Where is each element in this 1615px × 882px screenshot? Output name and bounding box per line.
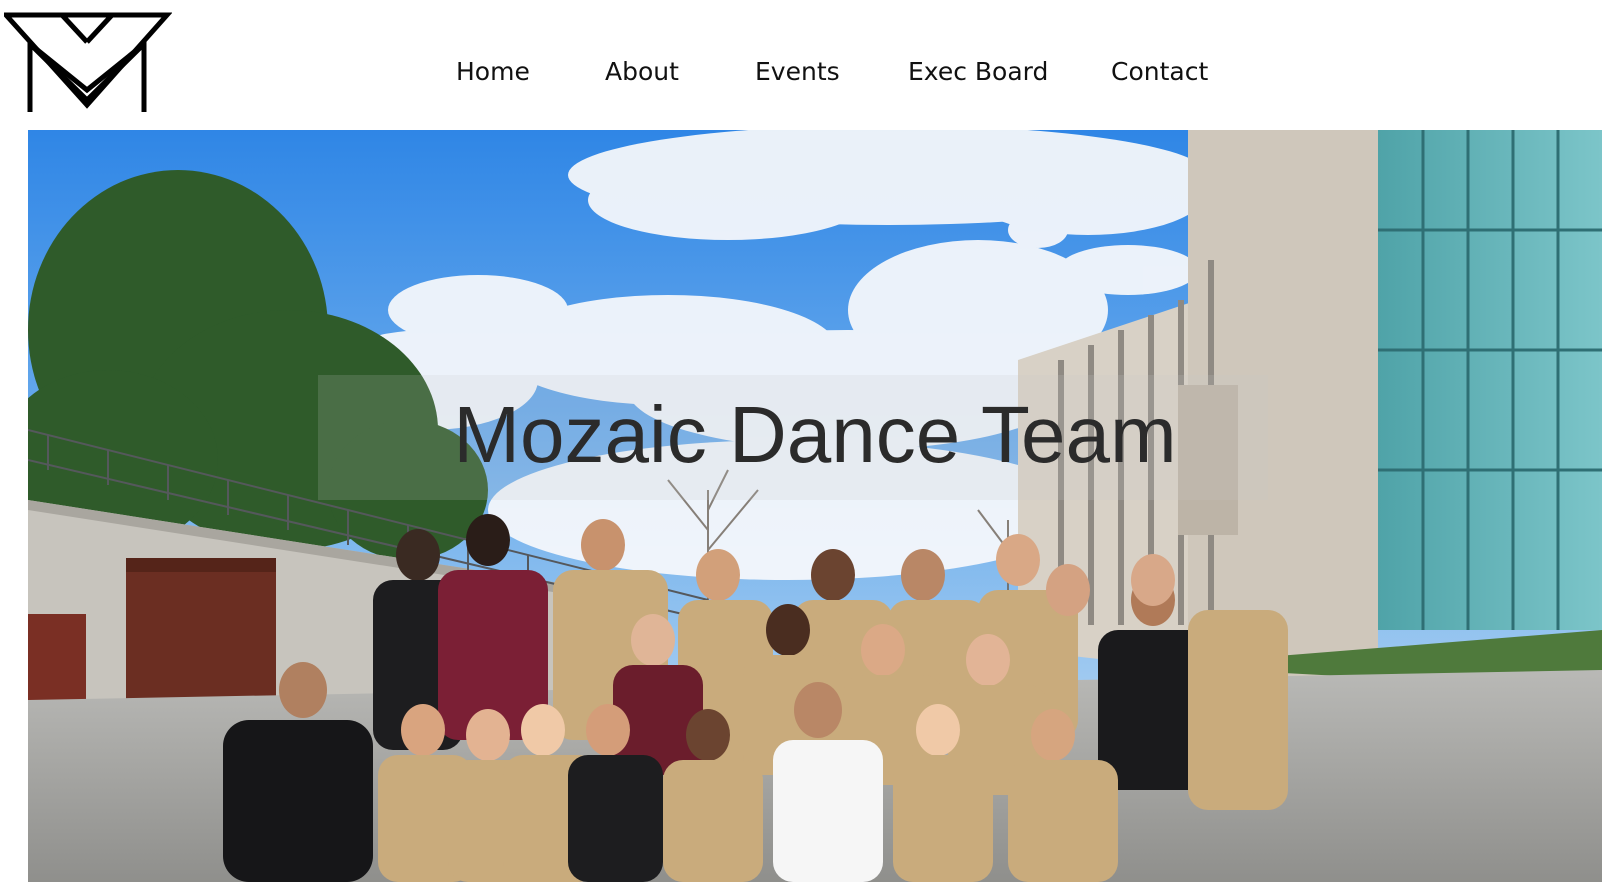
site-header: Home About Events Exec Board Contact	[0, 0, 1615, 130]
main-nav: Home About Events Exec Board Contact	[0, 54, 1615, 94]
nav-exec-board[interactable]: Exec Board	[908, 54, 1048, 90]
hero-banner: Mozaic Dance Team	[28, 130, 1602, 882]
nav-about[interactable]: About	[605, 54, 679, 90]
hero-title: Mozaic Dance Team	[453, 390, 1177, 479]
nav-events[interactable]: Events	[755, 54, 840, 90]
nav-home[interactable]: Home	[456, 54, 530, 90]
nav-contact[interactable]: Contact	[1111, 54, 1208, 90]
team-photo-image	[28, 130, 1602, 882]
